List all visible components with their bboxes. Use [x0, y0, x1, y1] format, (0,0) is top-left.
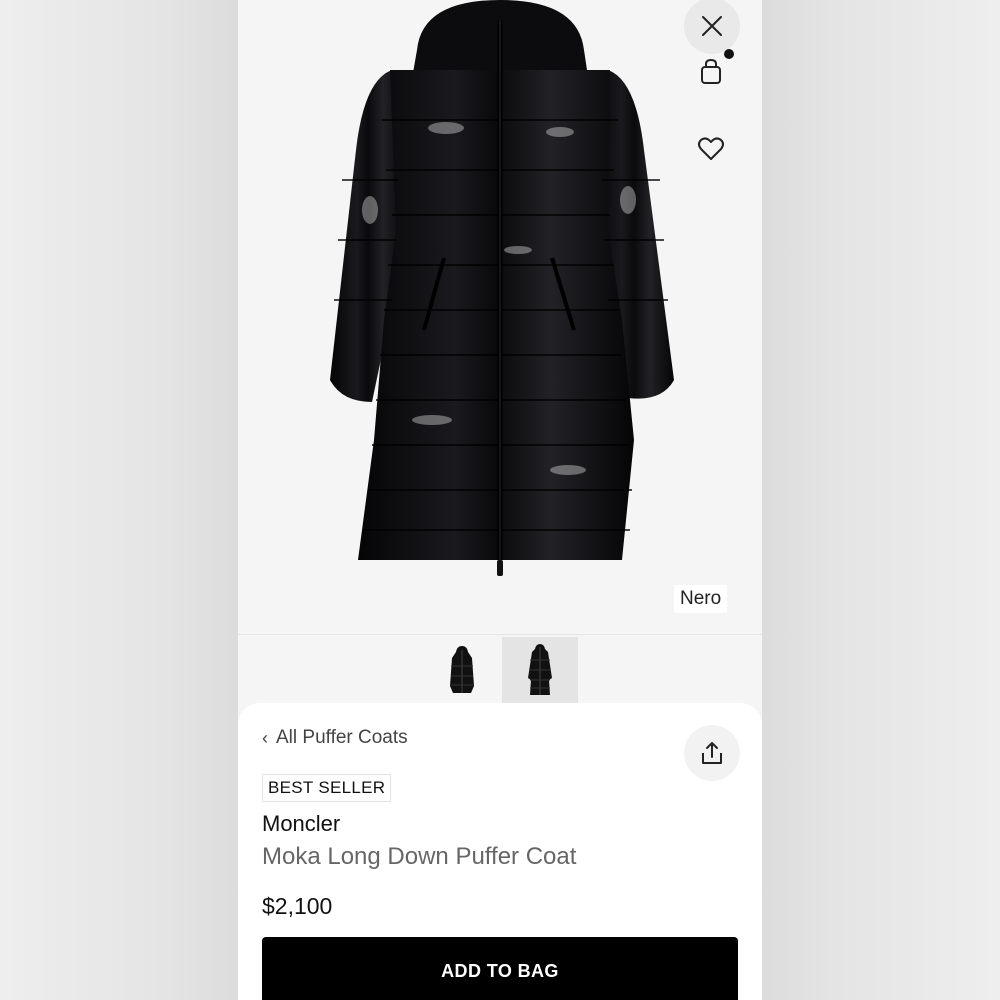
thumbnail-image-2: [528, 644, 552, 695]
back-to-category-link[interactable]: ‹ All Puffer Coats: [262, 727, 408, 749]
chevron-left-icon: ‹: [262, 727, 268, 748]
product-price: $2,100: [262, 893, 333, 919]
best-seller-badge: BEST SELLER: [262, 774, 392, 802]
brand-name[interactable]: Moncler: [262, 811, 340, 837]
close-icon: [702, 16, 722, 36]
back-link-label: All Puffer Coats: [276, 727, 408, 748]
shopping-bag-button[interactable]: [696, 56, 726, 86]
color-label: Nero: [674, 585, 728, 613]
product-name: Moka Long Down Puffer Coat: [262, 843, 577, 870]
share-button[interactable]: [684, 725, 740, 781]
background-right: [762, 0, 1000, 1000]
thumbnail-2-selected[interactable]: [502, 637, 578, 703]
product-detail-screen: Nero ‹ All Puffer Coats BEST SELLER Monc…: [238, 0, 762, 1000]
share-icon: [702, 742, 722, 764]
bag-notification-dot: [724, 49, 734, 59]
thumbnail-1[interactable]: [424, 637, 500, 703]
heart-icon: [698, 137, 724, 160]
product-info-sheet: ‹ All Puffer Coats BEST SELLER Moncler M…: [238, 703, 762, 1000]
close-button[interactable]: [684, 0, 740, 54]
thumbnail-image-1: [450, 646, 474, 693]
product-image: [330, 0, 674, 576]
thumbnail-gallery: [238, 634, 762, 705]
product-image-area[interactable]: Nero: [238, 0, 762, 634]
shopping-bag-icon: [701, 58, 721, 84]
background-left: [0, 0, 238, 1000]
favorite-button[interactable]: [696, 134, 726, 164]
add-to-bag-button[interactable]: ADD TO BAG: [262, 937, 738, 1000]
